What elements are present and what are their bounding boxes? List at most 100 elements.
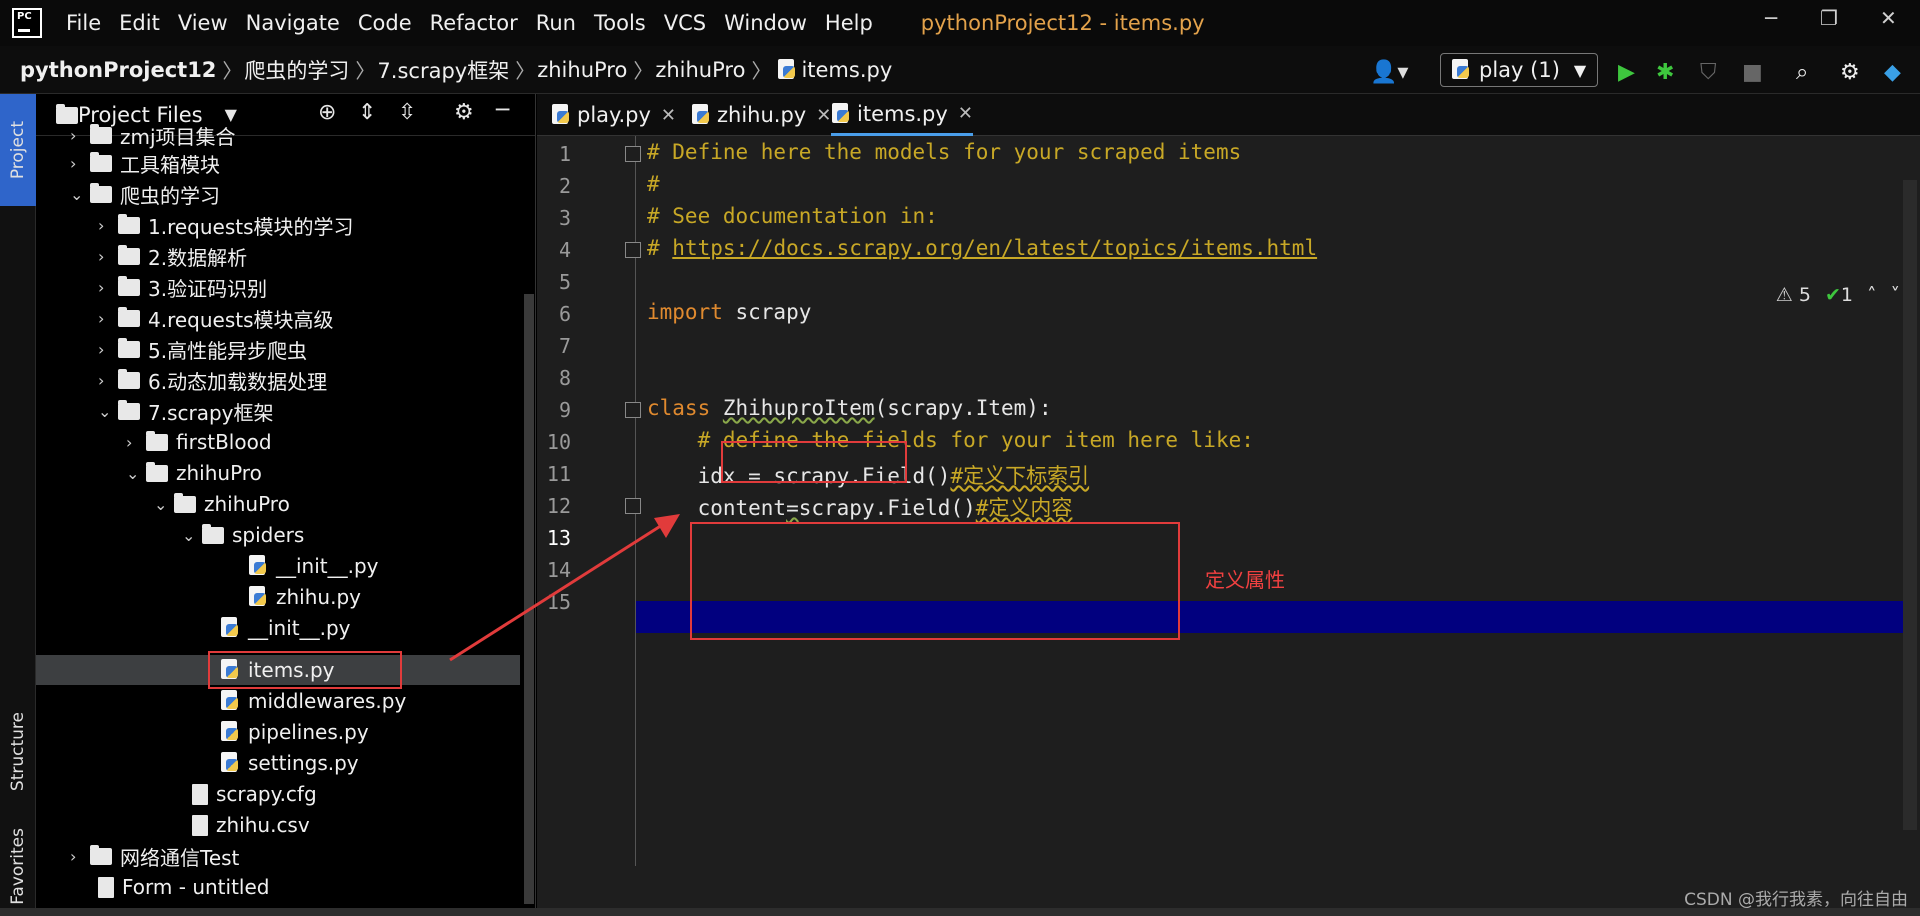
menu-view[interactable]: View (178, 11, 228, 35)
tree-package[interactable]: ⌄ spiders (182, 520, 304, 550)
config-file-icon (192, 783, 208, 805)
tree-file[interactable]: zhihu.csv (192, 810, 310, 840)
menu-edit[interactable]: Edit (119, 11, 160, 35)
chevron-down-icon[interactable]: ˅ (1891, 284, 1901, 306)
fold-marker-icon[interactable] (625, 146, 641, 162)
comment-text: # (647, 236, 673, 260)
coverage-icon[interactable]: ⛉ (1700, 60, 1717, 85)
tree-folder[interactable]: › 1.requests模块的学习 (98, 210, 354, 240)
breadcrumb-folder[interactable]: zhihuPro (655, 58, 745, 82)
menu-help[interactable]: Help (825, 11, 873, 35)
tab-play-py[interactable]: play.py ✕ (551, 94, 676, 136)
run-config-select[interactable]: play (1) ▼ (1440, 53, 1598, 87)
line-number: 7 (558, 334, 571, 358)
tree-file[interactable]: settings.py (220, 748, 359, 778)
gear-icon[interactable]: ⚙ (1840, 60, 1860, 85)
stop-icon[interactable]: ■ (1742, 60, 1763, 85)
tree-folder[interactable]: › 2.数据解析 (98, 241, 247, 271)
inspection-widget[interactable]: ⚠ 5 ✔1 ˄ ˅ (1776, 284, 1900, 306)
tree-folder[interactable]: ⌄ 7.scrapy框架 (98, 396, 274, 426)
tool-tab-structure[interactable]: Structure (0, 694, 36, 809)
tree-folder[interactable]: ⌄ zhihuPro (126, 458, 262, 488)
fold-marker-icon[interactable] (625, 402, 641, 418)
line-number: 5 (558, 270, 571, 294)
tool-tab-favorites[interactable]: Favorites (0, 819, 36, 914)
menu-window[interactable]: Window (724, 11, 807, 35)
hide-icon[interactable]: ─ (496, 98, 509, 123)
editor-scrollbar[interactable] (1903, 180, 1917, 830)
window-title: pythonProject12 - items.py (920, 11, 1205, 35)
plugin-icon[interactable]: ◆ (1884, 60, 1901, 85)
folder-icon (118, 306, 140, 327)
restore-icon[interactable]: ❐ (1820, 6, 1838, 30)
menu-vcs[interactable]: VCS (664, 11, 706, 35)
tree-file[interactable]: zhihu.py (248, 582, 361, 612)
line-number: 3 (558, 206, 571, 230)
close-tab-icon[interactable]: ✕ (958, 103, 973, 124)
run-config-label: play (1) (1479, 58, 1560, 82)
user-icon[interactable]: 👤▾ (1370, 60, 1408, 85)
expand-all-icon[interactable]: ⇕ (358, 100, 376, 125)
python-file-icon (248, 555, 268, 577)
breadcrumb-folder[interactable]: 爬虫的学习 (244, 55, 349, 85)
fold-marker-icon[interactable] (625, 242, 641, 258)
gear-icon[interactable]: ⚙ (454, 100, 474, 125)
tree-file[interactable]: pipelines.py (220, 717, 369, 747)
menu-refactor[interactable]: Refactor (430, 11, 518, 35)
folder-icon (118, 213, 140, 234)
tab-label: zhihu.py (717, 103, 807, 127)
status-strip (0, 908, 1920, 916)
tab-items-py[interactable]: items.py ✕ (831, 94, 973, 136)
breadcrumb-file[interactable]: items.py (801, 58, 892, 82)
locate-icon[interactable]: ⊕ (318, 100, 336, 125)
warning-count[interactable]: ⚠ 5 (1776, 284, 1811, 306)
tree-folder[interactable]: › 5.高性能异步爬虫 (98, 334, 307, 364)
menu-tools[interactable]: Tools (594, 11, 646, 35)
annotation-box-classname (721, 441, 907, 483)
tree-folder[interactable]: › 网络通信Test (70, 841, 239, 871)
doc-url-link[interactable]: https://docs.scrapy.org/en/latest/topics… (672, 236, 1317, 260)
folder-icon (90, 123, 112, 144)
chevron-up-icon[interactable]: ˄ (1867, 284, 1877, 306)
tree-folder[interactable]: ⌄ 爬虫的学习 (70, 179, 220, 209)
python-file-icon (831, 102, 851, 125)
breadcrumb-project[interactable]: pythonProject12 (20, 58, 216, 82)
collapse-all-icon[interactable]: ⇳ (398, 100, 416, 125)
menu-code[interactable]: Code (358, 11, 412, 35)
line-number: 1 (558, 142, 571, 166)
search-icon[interactable]: ⌕ (1796, 60, 1808, 85)
tool-tab-project[interactable]: Project (0, 94, 36, 206)
menu-bar: PC File Edit View Navigate Code Refactor… (0, 0, 1920, 46)
tree-folder[interactable]: › 3.验证码识别 (98, 272, 267, 302)
line-number: 9 (558, 398, 571, 422)
tree-folder[interactable]: › 4.requests模块高级 (98, 303, 334, 333)
close-window-icon[interactable]: ✕ (1880, 6, 1897, 30)
tree-file[interactable]: Form - untitled (98, 872, 269, 902)
menu-navigate[interactable]: Navigate (246, 11, 340, 35)
module-name: scrapy (722, 300, 812, 324)
breadcrumb-folder[interactable]: zhihuPro (537, 58, 627, 82)
tree-file[interactable]: __init__.py (220, 613, 351, 643)
tree-file[interactable]: __init__.py (248, 551, 379, 581)
menu-file[interactable]: File (66, 11, 101, 35)
tree-file[interactable]: middlewares.py (220, 686, 406, 716)
tree-file[interactable]: scrapy.cfg (192, 779, 317, 809)
close-tab-icon[interactable]: ✕ (816, 105, 831, 126)
tab-label: play.py (577, 103, 651, 127)
menu-run[interactable]: Run (536, 11, 576, 35)
debug-icon[interactable]: ✱ (1656, 60, 1674, 85)
breadcrumb-folder[interactable]: 7.scrapy框架 (377, 55, 509, 85)
breadcrumb-separator-icon: 〉 (222, 59, 243, 83)
close-tab-icon[interactable]: ✕ (661, 105, 676, 126)
folder-icon (146, 461, 168, 482)
tree-folder[interactable]: › 6.动态加载数据处理 (98, 365, 327, 395)
run-icon[interactable]: ▶ (1618, 60, 1635, 85)
minimize-icon[interactable]: ─ (1765, 6, 1777, 30)
check-count[interactable]: ✔1 (1825, 284, 1853, 306)
tree-folder[interactable]: › zmj项目集合 (70, 120, 236, 150)
python-file-icon (691, 104, 711, 126)
tab-zhihu-py[interactable]: zhihu.py ✕ (691, 94, 831, 136)
tree-folder[interactable]: › 工具箱模块 (70, 148, 220, 178)
tree-package[interactable]: ⌄ zhihuPro (154, 489, 290, 519)
tree-folder[interactable]: › firstBlood (126, 427, 272, 457)
